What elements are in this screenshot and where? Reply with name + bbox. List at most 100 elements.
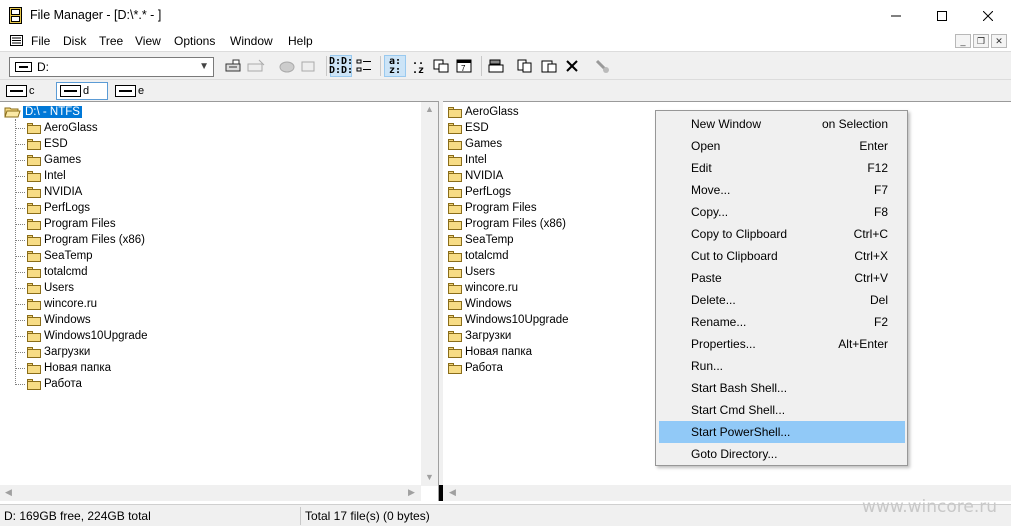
file-list-item[interactable]: SeaTemp — [448, 232, 514, 248]
drive-e-button[interactable]: e — [112, 82, 152, 100]
menu-file[interactable]: File — [31, 34, 50, 48]
tree-folder-item[interactable]: Games — [27, 152, 81, 168]
tree-vertical-scrollbar[interactable]: ▲ ▼ — [421, 102, 438, 486]
mdi-restore-button[interactable]: ❐ — [973, 34, 989, 48]
directory-tree-pane[interactable]: D:\ - NTFS ▲ ▼ ◀ ▶ AeroGlass ESD Games Inte… — [0, 101, 438, 501]
tree-folder-item[interactable]: Intel — [27, 168, 66, 184]
file-list-item[interactable]: Program Files (x86) — [448, 216, 566, 232]
tree-folder-item[interactable]: PerfLogs — [27, 200, 90, 216]
menu-disk[interactable]: Disk — [63, 34, 86, 48]
sort-by-size-button[interactable] — [430, 55, 452, 77]
tree-root[interactable]: D:\ - NTFS — [4, 104, 82, 120]
tree-folder-item[interactable]: SeaTemp — [27, 248, 93, 264]
menu-tree[interactable]: Tree — [99, 34, 123, 48]
share-button[interactable] — [276, 55, 298, 77]
tree-folder-item[interactable]: Работа — [27, 376, 82, 392]
context-menu-item[interactable]: Copy to Clipboard Ctrl+C — [659, 223, 905, 245]
file-label: Загрузки — [465, 330, 512, 342]
tree-folder-item[interactable]: Новая папка — [27, 360, 111, 376]
file-list-item[interactable]: totalcmd — [448, 248, 508, 264]
menu-help[interactable]: Help — [288, 34, 313, 48]
properties-button[interactable] — [591, 55, 613, 77]
tree-folder-item[interactable]: Program Files — [27, 216, 116, 232]
folder-label: Program Files (x86) — [44, 234, 145, 246]
new-window-button[interactable] — [485, 55, 507, 77]
menu-item-shortcut: Del — [869, 293, 888, 307]
folder-icon — [27, 122, 41, 134]
system-menu-icon[interactable] — [10, 35, 23, 46]
file-list-item[interactable]: NVIDIA — [448, 168, 503, 184]
context-menu-item[interactable]: Delete... Del — [659, 289, 905, 311]
folder-icon — [448, 298, 462, 310]
copy-button[interactable] — [514, 55, 536, 77]
sort-by-type-button[interactable]: .. .z — [407, 55, 429, 77]
menu-item-label: Copy... — [691, 205, 729, 219]
tree-folder-item[interactable]: Windows10Upgrade — [27, 328, 148, 344]
view-name-button[interactable]: D:D: D:D: — [329, 55, 353, 77]
context-menu-item[interactable]: Move... F7 — [659, 179, 905, 201]
context-menu-item[interactable]: Goto Directory... — [659, 443, 905, 465]
tree-horizontal-scrollbar[interactable]: ◀ ▶ — [0, 485, 421, 501]
mdi-close-button[interactable]: ✕ — [991, 34, 1007, 48]
drive-select[interactable]: D: ▼ — [9, 57, 214, 77]
context-menu-item[interactable]: Copy... F8 — [659, 201, 905, 223]
file-list-item[interactable]: ESD — [448, 120, 489, 136]
file-label: SeaTemp — [465, 234, 514, 246]
menu-window[interactable]: Window — [230, 34, 273, 48]
close-button[interactable] — [965, 0, 1011, 31]
file-list-item[interactable]: Новая папка — [448, 344, 532, 360]
file-list-item[interactable]: Games — [448, 136, 502, 152]
context-menu-item[interactable]: Paste Ctrl+V — [659, 267, 905, 289]
menu-view[interactable]: View — [135, 34, 161, 48]
stop-share-icon — [301, 61, 315, 72]
context-menu-item[interactable]: Open Enter — [659, 135, 905, 157]
tree-folder-item[interactable]: totalcmd — [27, 264, 87, 280]
stop-sharing-button[interactable] — [298, 55, 320, 77]
context-menu-item[interactable]: New Window on Selection — [659, 113, 905, 135]
context-menu-item[interactable]: Start Bash Shell... — [659, 377, 905, 399]
tree-folder-item[interactable]: Windows — [27, 312, 91, 328]
minimize-button[interactable] — [873, 0, 919, 31]
context-menu-item[interactable]: Start Cmd Shell... — [659, 399, 905, 421]
tree-folder-item[interactable]: NVIDIA — [27, 184, 82, 200]
context-menu-item[interactable]: Run... — [659, 355, 905, 377]
menu-item-shortcut: F2 — [873, 315, 888, 329]
context-menu-item[interactable]: Start PowerShell... — [659, 421, 905, 443]
sort-by-date-button[interactable]: 7 — [453, 55, 475, 77]
title-bar[interactable]: File Manager - [D:\*.* - ] — [0, 0, 1011, 31]
file-list-item[interactable]: Users — [448, 264, 495, 280]
file-list-item[interactable]: Windows10Upgrade — [448, 312, 569, 328]
file-list-item[interactable]: Загрузки — [448, 328, 511, 344]
mdi-minimize-button[interactable]: _ — [955, 34, 971, 48]
tree-folder-item[interactable]: ESD — [27, 136, 68, 152]
tree-folder-item[interactable]: Users — [27, 280, 74, 296]
file-list-item[interactable]: wincore.ru — [448, 280, 518, 296]
file-list-item[interactable]: PerfLogs — [448, 184, 511, 200]
file-list-item[interactable]: Работа — [448, 360, 503, 376]
context-menu-item[interactable]: Cut to Clipboard Ctrl+X — [659, 245, 905, 267]
tree-folder-item[interactable]: wincore.ru — [27, 296, 97, 312]
maximize-button[interactable] — [919, 0, 965, 31]
file-list-item[interactable]: AeroGlass — [448, 104, 519, 120]
scroll-left-icon: ◀ — [5, 487, 12, 497]
file-label: Windows10Upgrade — [465, 314, 569, 326]
tree-folder-item[interactable]: Загрузки — [27, 344, 90, 360]
file-list-item[interactable]: Intel — [448, 152, 487, 168]
context-menu-item[interactable]: Rename... F2 — [659, 311, 905, 333]
connect-drive-button[interactable] — [223, 55, 245, 77]
paste-button[interactable] — [538, 55, 560, 77]
disconnect-drive-button[interactable] — [245, 55, 267, 77]
tree-folder-item[interactable]: AeroGlass — [27, 120, 98, 136]
context-menu-item[interactable]: Edit F12 — [659, 157, 905, 179]
drive-c-button[interactable]: c — [3, 82, 43, 100]
menu-options[interactable]: Options — [174, 34, 215, 48]
folder-icon — [27, 250, 41, 262]
context-menu-item[interactable]: Properties... Alt+Enter — [659, 333, 905, 355]
sort-by-name-button[interactable]: a: z: — [384, 55, 406, 77]
view-details-button[interactable] — [353, 55, 375, 77]
file-list-item[interactable]: Windows — [448, 296, 512, 312]
file-list-item[interactable]: Program Files — [448, 200, 537, 216]
drive-d-button[interactable]: d — [56, 82, 108, 100]
tree-folder-item[interactable]: Program Files (x86) — [27, 232, 145, 248]
delete-button[interactable] — [561, 55, 583, 77]
